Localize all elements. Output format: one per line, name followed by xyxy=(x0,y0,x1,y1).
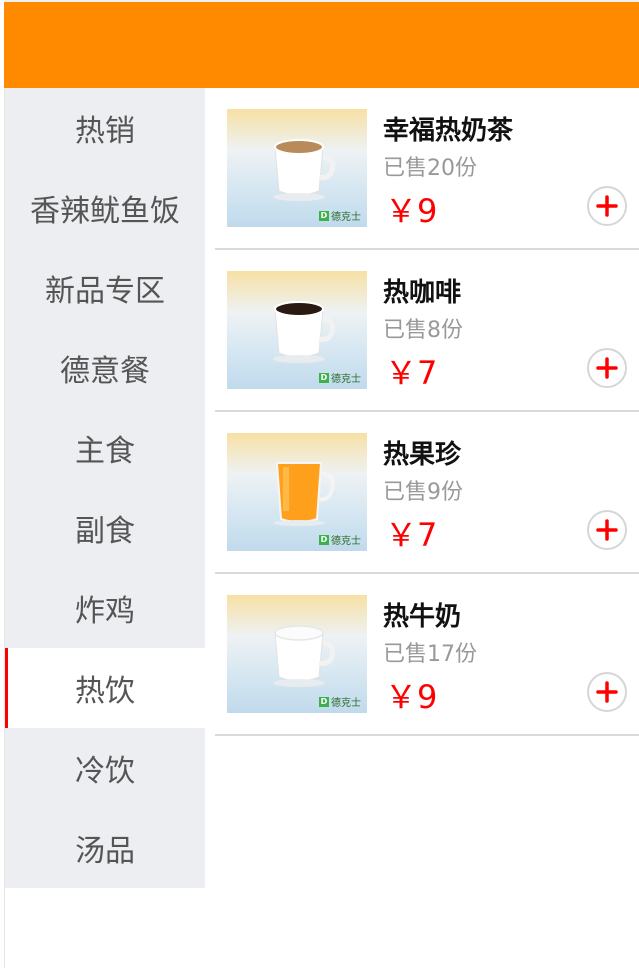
brand-logo: D 德克士 xyxy=(319,372,361,385)
sold-count: 已售17份 xyxy=(383,642,477,667)
product-image: D 德克士 xyxy=(227,271,367,389)
sold-count: 已售8份 xyxy=(383,318,463,343)
product-image: D 德克士 xyxy=(227,595,367,713)
product-list: D 德克士 幸福热奶茶 已售20份 ￥9 D 德克士 热咖啡 已售8份 ￥7 D… xyxy=(215,88,639,736)
sidebar-item-soups[interactable]: 汤品 xyxy=(5,808,205,888)
brand-logo: D 德克士 xyxy=(319,210,361,223)
product-image: D 德克士 xyxy=(227,109,367,227)
brand-logo: D 德克士 xyxy=(319,534,361,547)
orange-drink-glass-icon xyxy=(273,462,335,526)
sold-count: 已售9份 xyxy=(383,480,463,505)
product-name: 热牛奶 xyxy=(383,602,462,632)
product-price: ￥7 xyxy=(385,516,438,554)
category-sidebar: 热销 香辣鱿鱼饭 新品专区 德意餐 主食 副食 炸鸡 热饮 冷饮 汤品 xyxy=(5,88,205,888)
sidebar-item-label: 新品专区 xyxy=(45,274,165,309)
sidebar-item-label: 香辣鱿鱼饭 xyxy=(30,194,180,229)
sidebar-item-deyi-meal[interactable]: 德意餐 xyxy=(5,328,205,408)
top-header-bar xyxy=(4,0,639,88)
sidebar-item-hot-sales[interactable]: 热销 xyxy=(5,88,205,168)
product-price: ￥7 xyxy=(385,354,438,392)
sidebar-item-cold-drinks[interactable]: 冷饮 xyxy=(5,728,205,808)
milk-cup-icon xyxy=(273,625,336,687)
list-item[interactable]: D 德克士 热咖啡 已售8份 ￥7 xyxy=(215,250,639,412)
add-to-cart-button[interactable] xyxy=(587,510,627,550)
plus-icon xyxy=(596,195,618,217)
sidebar-item-side-dishes[interactable]: 副食 xyxy=(5,488,205,568)
product-name: 幸福热奶茶 xyxy=(383,116,514,146)
list-item[interactable]: D 德克士 热果珍 已售9份 ￥7 xyxy=(215,412,639,574)
list-item[interactable]: D 德克士 热牛奶 已售17份 ￥9 xyxy=(215,574,639,736)
add-to-cart-button[interactable] xyxy=(587,348,627,388)
milk-tea-cup-icon xyxy=(273,139,336,201)
sidebar-item-label: 冷饮 xyxy=(75,754,135,789)
plus-icon xyxy=(596,681,618,703)
sold-count: 已售20份 xyxy=(383,156,477,181)
sidebar-item-label: 炸鸡 xyxy=(75,594,135,629)
sidebar-item-fried-chicken[interactable]: 炸鸡 xyxy=(5,568,205,648)
product-price: ￥9 xyxy=(385,678,438,716)
brand-logo: D 德克士 xyxy=(319,696,361,709)
sidebar-item-label: 主食 xyxy=(75,434,135,469)
product-name: 热果珍 xyxy=(383,440,462,470)
sidebar-item-label: 德意餐 xyxy=(60,354,150,389)
add-to-cart-button[interactable] xyxy=(587,186,627,226)
sidebar-item-main-food[interactable]: 主食 xyxy=(5,408,205,488)
list-item[interactable]: D 德克士 幸福热奶茶 已售20份 ￥9 xyxy=(215,88,639,250)
sidebar-item-label: 热销 xyxy=(75,114,135,149)
product-image: D 德克士 xyxy=(227,433,367,551)
sidebar-item-squid-rice[interactable]: 香辣鱿鱼饭 xyxy=(5,168,205,248)
sidebar-item-label: 热饮 xyxy=(75,674,135,709)
coffee-cup-icon xyxy=(273,301,336,363)
add-to-cart-button[interactable] xyxy=(587,672,627,712)
product-price: ￥9 xyxy=(385,192,438,230)
plus-icon xyxy=(596,519,618,541)
sidebar-item-new-products[interactable]: 新品专区 xyxy=(5,248,205,328)
plus-icon xyxy=(596,357,618,379)
product-name: 热咖啡 xyxy=(383,278,462,308)
sidebar-item-label: 汤品 xyxy=(75,834,135,869)
sidebar-item-label: 副食 xyxy=(75,514,135,549)
sidebar-item-hot-drinks[interactable]: 热饮 xyxy=(5,648,205,728)
